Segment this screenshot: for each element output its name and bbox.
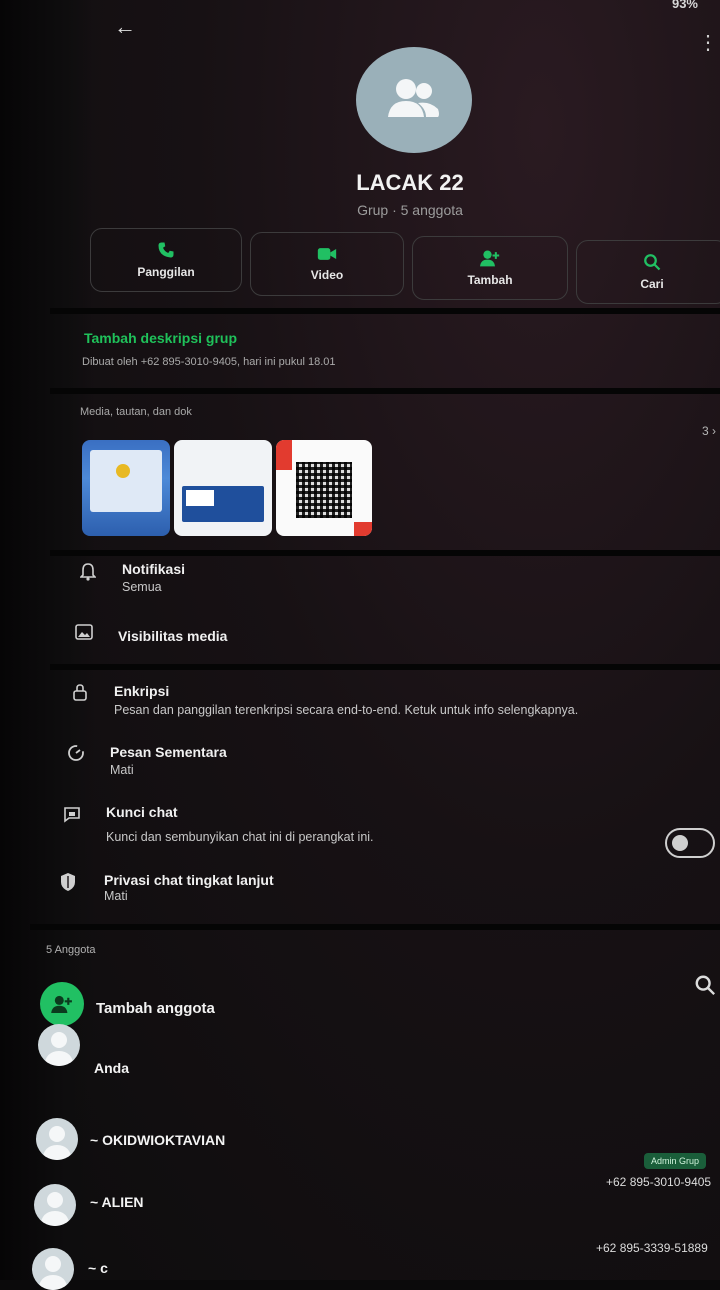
add-person-icon: [480, 250, 500, 267]
media-count-value: 3: [701, 424, 709, 438]
avatar: [32, 1248, 74, 1290]
encryption-description: Pesan dan panggilan terenkripsi secara e…: [114, 703, 579, 717]
thumbnail-corner: [354, 522, 372, 536]
divider: [50, 550, 720, 556]
media-thumbnail[interactable]: [82, 440, 170, 536]
chat-lock-description: Kunci dan sembunyikan chat ini di perang…: [106, 830, 374, 844]
call-button[interactable]: Panggilan: [90, 228, 242, 292]
add-label: Tambah: [467, 273, 513, 287]
advanced-privacy-value: Mati: [104, 889, 128, 903]
encryption-title: Enkripsi: [114, 683, 170, 699]
add-button[interactable]: Tambah: [412, 236, 568, 300]
thumbnail-corner: [276, 440, 292, 470]
search-icon: [644, 254, 661, 271]
admin-badge: Admin Grup: [644, 1153, 707, 1169]
toggle-knob: [672, 835, 688, 851]
disappearing-messages-title: Pesan Sementara: [110, 744, 227, 760]
call-label: Panggilan: [137, 265, 195, 279]
advanced-privacy-title: Privasi chat tingkat lanjut: [104, 872, 274, 888]
add-description-link[interactable]: Tambah deskripsi grup: [84, 330, 237, 346]
divider: [30, 924, 720, 930]
disappearing-messages-value: Mati: [110, 763, 134, 777]
divider: [50, 308, 720, 314]
media-thumbnail[interactable]: [174, 440, 272, 536]
lock-chat-icon: [62, 804, 82, 824]
media-section-title[interactable]: Media, tautan, dan dok: [80, 406, 192, 418]
image-icon: [74, 622, 94, 642]
divider: [50, 664, 720, 670]
group-name: LACAK 22: [356, 170, 464, 195]
notifications-title: Notifikasi: [122, 561, 186, 577]
add-member-button[interactable]: [40, 982, 84, 1026]
avatar: [38, 1024, 80, 1066]
video-icon: [317, 248, 337, 260]
group-subtitle: Grup · 5 anggota: [357, 202, 463, 218]
media-count[interactable]: 3 ›: [702, 424, 716, 438]
qr-code: [296, 462, 352, 518]
status-battery: 93%: [671, 0, 698, 11]
media-thumbnail[interactable]: [276, 440, 372, 536]
more-options-icon[interactable]: ⋮: [698, 30, 718, 55]
members-count-label: 5 Anggota: [46, 944, 96, 956]
thumbnail-logo: [116, 464, 130, 478]
member-name: ~ OKIDWIOKTAVIAN: [90, 1132, 226, 1148]
notifications-value: Semua: [122, 580, 162, 594]
group-avatar[interactable]: [356, 47, 472, 153]
search-members-icon[interactable]: [694, 974, 716, 1001]
add-member-label[interactable]: Tambah anggota: [96, 1000, 215, 1017]
member-name: Anda: [94, 1060, 129, 1076]
timer-icon: [66, 743, 86, 763]
chat-lock-toggle[interactable]: [665, 828, 715, 858]
media-visibility-title: Visibilitas media: [118, 628, 228, 644]
phone-icon: [158, 242, 174, 258]
member-name: ~ ALIEN: [90, 1194, 144, 1210]
chat-lock-title: Kunci chat: [106, 804, 178, 820]
shield-icon: [58, 872, 78, 892]
avatar: [36, 1118, 78, 1160]
divider: [50, 388, 720, 394]
bell-icon: [78, 562, 98, 582]
add-person-icon: [51, 995, 72, 1013]
member-phone: +62 895-3010-9405: [606, 1175, 712, 1189]
member-phone: +62 895-3339-51889: [596, 1241, 708, 1255]
avatar: [34, 1184, 76, 1226]
search-button[interactable]: Cari: [576, 240, 720, 304]
video-button[interactable]: Video: [250, 232, 404, 296]
group-icon: [388, 79, 439, 117]
lock-icon: [70, 682, 90, 702]
member-name: ~ c: [88, 1260, 108, 1276]
created-by-text: Dibuat oleh +62 895-3010-9405, hari ini …: [82, 356, 336, 368]
thumbnail-document: [90, 450, 162, 512]
video-label: Video: [310, 268, 344, 282]
thumbnail-badge: [186, 490, 214, 506]
back-arrow-icon[interactable]: ←: [114, 14, 136, 40]
search-label: Cari: [640, 277, 664, 291]
